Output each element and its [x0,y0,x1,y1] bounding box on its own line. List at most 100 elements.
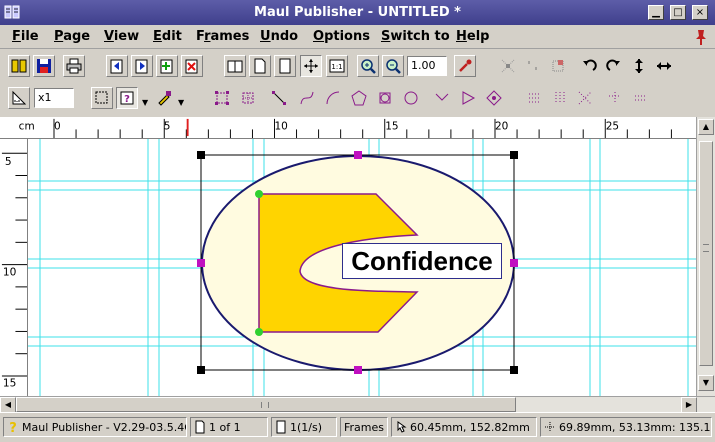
print-button[interactable] [63,55,85,77]
status-selection-size: 69.89mm, 53.13mm: 135.17mm [540,417,712,437]
node-delete-button[interactable] [483,87,505,109]
horizontal-scrollbar[interactable]: ◀ ▶ [0,396,715,413]
close-button[interactable]: × [692,5,708,20]
align-center-button[interactable] [549,87,571,109]
pin-icon[interactable] [693,28,709,46]
node-delete-icon [486,90,502,106]
scroll-right-arrow[interactable]: ▶ [681,397,697,413]
full-page-button[interactable] [274,55,296,77]
status-app-version-text: Maul Publisher - V2.29-03.5.4Ge [22,420,187,434]
node-edit-button[interactable] [431,87,453,109]
vertical-ruler[interactable]: 5 10 15 [0,139,28,396]
page-first-button[interactable] [106,55,128,77]
open-book-button[interactable] [8,55,30,77]
snap-grid-button[interactable] [497,55,519,77]
status-page-text: 1 of 1 [209,420,241,434]
page-prev-button[interactable] [131,55,153,77]
redo-button[interactable] [603,55,625,77]
flip-vertical-button[interactable] [628,55,650,77]
actual-size-button[interactable]: 1:1 [326,55,348,77]
select-marquee-icon [95,91,108,104]
move-tool-button[interactable] [300,55,322,77]
text-frame[interactable]: Confidence [342,243,502,279]
minimize-button[interactable]: ▁ [648,5,664,20]
status-mode: Frames [340,417,388,437]
grid-snap-icon [501,59,515,73]
ruler-settings-button[interactable] [8,87,30,109]
dimensions-icon [545,422,555,432]
scroll-thumb[interactable] [16,397,516,412]
menu-frames[interactable]: Frames [196,29,249,44]
facing-pages-button[interactable] [224,55,246,77]
scroll-left-arrow[interactable]: ◀ [0,397,16,413]
single-page-button[interactable] [249,55,271,77]
rect-frame-button[interactable] [211,87,233,109]
snap-guides-button[interactable] [522,55,544,77]
status-mode-text: Frames [344,420,385,434]
page-canvas[interactable]: Confidence [28,139,696,396]
chevron-down-icon[interactable]: ▼ [178,98,186,108]
scroll-down-arrow[interactable]: ▼ [698,375,714,391]
status-cursor-position: 60.45mm, 152.82mm [391,417,537,437]
zoom-level-field[interactable]: 1.00 [407,56,447,76]
flip-horizontal-button[interactable] [653,55,675,77]
floppy-disk-icon [37,59,51,73]
page-delete-icon [185,59,198,74]
frame-snap-icon [552,60,564,72]
page-add-button[interactable] [156,55,178,77]
node-add-icon [462,91,476,105]
one-to-one-icon: 1:1 [329,59,345,73]
chevron-down-icon[interactable]: ▼ [142,98,150,108]
menu-file[interactable]: File [12,29,39,44]
menu-edit[interactable]: Edit [153,29,182,44]
status-bar: ? Maul Publisher - V2.29-03.5.4Ge 1 of 1… [0,412,715,442]
pen-color-button[interactable] [153,87,175,109]
distribute-h-button[interactable] [604,87,626,109]
align-left-button[interactable] [524,87,546,109]
node-add-button[interactable] [457,87,479,109]
page-delete-button[interactable] [181,55,203,77]
page-add-icon [160,59,173,74]
menu-help[interactable]: Help [456,29,489,44]
arc-tool-button[interactable] [322,87,344,109]
ellipse-tool-button[interactable] [400,87,422,109]
ruler-label: 5 [164,120,171,132]
menu-page[interactable]: Page [54,29,90,44]
horizontal-ruler[interactable]: cm 0 5 10 15 20 25 [0,117,696,139]
align-right-button[interactable] [574,87,596,109]
menu-switch-to[interactable]: Switch to [381,29,450,44]
zoom-in-button[interactable] [357,55,379,77]
rect-grid-button[interactable] [237,87,259,109]
scroll-thumb[interactable] [699,141,713,366]
scroll-up-arrow[interactable]: ▲ [698,119,714,135]
ruler-label: 15 [3,378,16,390]
menu-options[interactable]: Options [313,29,370,44]
grid-multiplier-field[interactable]: x1 [34,88,74,108]
menu-undo[interactable]: Undo [260,29,298,44]
menu-view[interactable]: View [104,29,139,44]
select-frame-button[interactable] [91,87,113,109]
vertical-scrollbar[interactable]: ▲ ▼ [696,117,715,396]
undo-button[interactable] [578,55,600,77]
status-view-text: 1(1/s) [290,420,323,434]
polygon-tool-button[interactable] [348,87,370,109]
save-button[interactable] [33,55,55,77]
star-tool-button[interactable] [374,87,396,109]
blank-page-icon [276,420,286,434]
eyedropper-button[interactable] [454,55,476,77]
line-tool-button[interactable] [268,87,290,109]
maximize-button[interactable]: □ [670,5,686,20]
distribute-icon [635,95,647,101]
vertical-arrows-icon [635,59,643,73]
page-arrow-icon [135,59,148,74]
frame-properties-button[interactable]: ? [116,87,138,109]
ruler-label: 15 [385,120,398,132]
svg-text:?: ? [9,421,17,434]
distribute-v-button[interactable] [630,87,652,109]
curve-tool-button[interactable] [296,87,318,109]
distribute-icon [609,92,621,104]
question-mark-icon: ? [9,421,17,434]
zoom-out-button[interactable] [382,55,404,77]
snap-frames-button[interactable] [547,55,569,77]
ruler-label: 20 [495,120,508,132]
